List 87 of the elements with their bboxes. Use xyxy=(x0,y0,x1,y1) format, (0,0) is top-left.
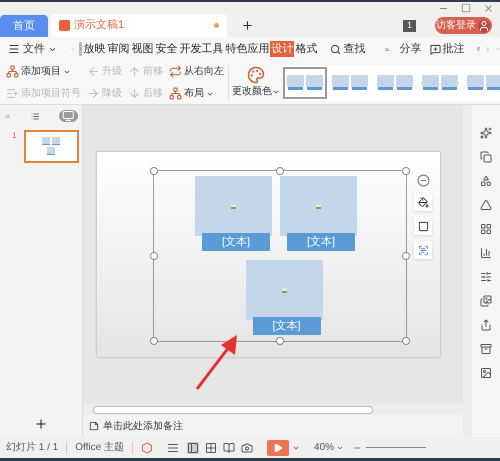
ribbon-tab[interactable]: 安全 xyxy=(154,41,178,57)
new-tab-icon[interactable] xyxy=(241,19,254,32)
resize-handle[interactable] xyxy=(150,252,158,260)
archive-icon[interactable] xyxy=(480,343,492,355)
palette-icon xyxy=(247,66,265,84)
search-button[interactable]: 查找 xyxy=(330,40,366,58)
ribbon-command[interactable]: 添加项目 xyxy=(6,60,81,82)
paint-bucket-icon xyxy=(418,196,428,208)
left-arrow-icon xyxy=(87,65,100,78)
ribbon-tab[interactable]: 格式 xyxy=(294,41,318,57)
border-button[interactable] xyxy=(414,217,432,235)
style-thumbnail[interactable] xyxy=(283,66,327,98)
camera-icon[interactable] xyxy=(240,442,253,454)
hierarchy-icon xyxy=(169,87,182,100)
outline-icon[interactable] xyxy=(30,110,40,122)
ribbon-tab[interactable]: 视图 xyxy=(130,41,154,57)
share-button[interactable]: 分享 xyxy=(400,40,422,58)
resize-handle[interactable] xyxy=(150,167,158,175)
reading-view-icon[interactable] xyxy=(222,442,235,454)
fill-button[interactable] xyxy=(414,193,432,211)
slide-thumbnail[interactable] xyxy=(24,130,80,163)
change-color-button[interactable]: 更改颜色 xyxy=(231,66,281,99)
play-button[interactable] xyxy=(266,440,289,456)
presentation-icon xyxy=(59,20,70,31)
sliders-icon[interactable] xyxy=(480,271,492,283)
horizontal-scrollbar[interactable] xyxy=(93,406,373,414)
ribbon-tab[interactable]: 特色应用 xyxy=(224,41,270,57)
normal-view-icon[interactable] xyxy=(186,442,199,454)
add-slide-icon[interactable] xyxy=(34,417,48,431)
grid-view-icon[interactable] xyxy=(204,442,217,454)
resize-handle[interactable] xyxy=(276,337,284,345)
theme-name: Office 主题 xyxy=(75,440,124,455)
up-arrow-icon xyxy=(128,65,141,78)
down-arrow-icon xyxy=(128,87,141,100)
right-arrow-icon xyxy=(87,87,100,100)
resize-handle[interactable] xyxy=(402,167,410,175)
list-plus-icon xyxy=(6,87,19,100)
note-icon xyxy=(89,421,99,431)
maximize-icon[interactable] xyxy=(461,3,471,13)
resize-handle[interactable] xyxy=(150,337,158,345)
images-icon[interactable] xyxy=(480,295,492,307)
notes-field[interactable]: 单击此处添加备注 xyxy=(103,418,183,434)
share-icon[interactable] xyxy=(480,319,492,331)
comment-button[interactable]: 批注 xyxy=(430,40,465,58)
copy-icon[interactable] xyxy=(480,151,492,163)
hierarchy-icon xyxy=(6,65,19,78)
ribbon-tab[interactable]: 审阅 xyxy=(106,41,130,57)
login-button[interactable]: 访客登录 xyxy=(435,17,492,34)
resize-handle[interactable] xyxy=(402,337,410,345)
slide-count: 幻灯片 1 / 1 xyxy=(6,440,58,455)
search-icon xyxy=(330,44,342,54)
image-icon xyxy=(316,204,321,208)
vertical-scrollbar[interactable] xyxy=(463,105,472,437)
sparkle-icon[interactable] xyxy=(480,127,492,139)
image-icon xyxy=(231,204,236,208)
text-frame-icon xyxy=(418,244,428,256)
hexagon-icon[interactable] xyxy=(140,442,153,454)
bar-chart-icon[interactable] xyxy=(480,247,492,259)
square-icon xyxy=(418,220,428,232)
slide-number: 1 xyxy=(12,130,16,142)
ribbon-command[interactable]: 从右向左 xyxy=(169,60,224,82)
avatar-icon xyxy=(478,20,490,32)
arrow xyxy=(196,335,237,390)
shapes-icon[interactable] xyxy=(480,175,492,187)
document-tab[interactable]: 演示文稿1 xyxy=(51,14,227,37)
notes-toggle-icon[interactable] xyxy=(166,442,179,454)
play-icon xyxy=(272,442,283,452)
resize-handle[interactable] xyxy=(402,252,410,260)
scroll-left-icon[interactable] xyxy=(79,42,82,56)
image-icon[interactable] xyxy=(480,367,492,379)
swap-icon xyxy=(169,65,182,78)
triangle-icon[interactable] xyxy=(480,199,492,211)
layout-options-button[interactable] xyxy=(414,241,432,259)
slides-view-icon[interactable] xyxy=(59,110,78,122)
zoom-dropdown[interactable]: 40% xyxy=(314,440,344,455)
collapse-panel-icon[interactable] xyxy=(4,112,11,120)
comment-icon xyxy=(430,44,441,54)
close-icon[interactable] xyxy=(483,3,494,14)
image-icon xyxy=(282,288,286,292)
resize-handle[interactable] xyxy=(276,167,284,175)
file-menu[interactable]: 文件 xyxy=(0,40,63,58)
window-count-badge[interactable]: 1 xyxy=(403,20,416,32)
ribbon-tab[interactable]: 放映 xyxy=(82,41,106,57)
menu-icon xyxy=(8,43,20,55)
ribbon-command[interactable]: 布局 xyxy=(169,82,224,104)
ribbon-tab[interactable]: 开发工具 xyxy=(178,41,224,57)
grid-icon[interactable] xyxy=(480,223,492,235)
